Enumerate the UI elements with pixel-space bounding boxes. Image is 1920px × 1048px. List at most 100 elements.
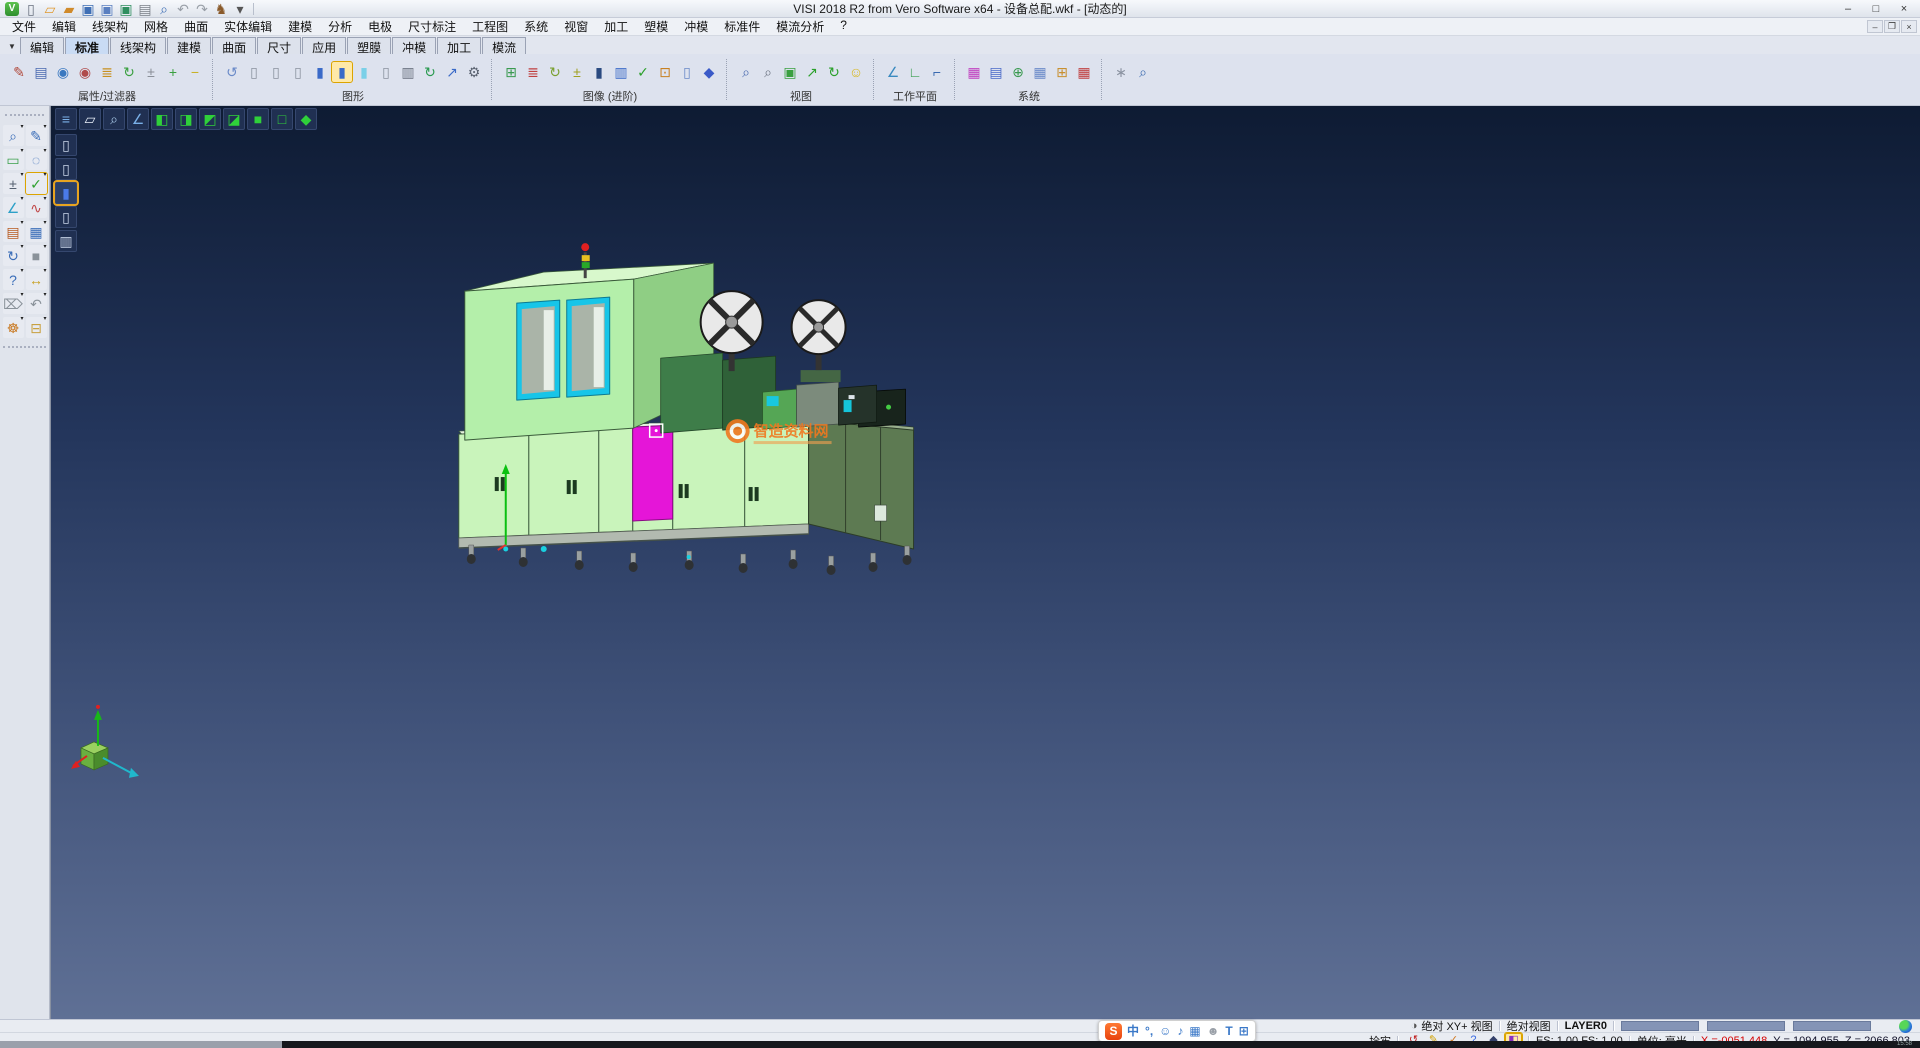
display-transparent-icon[interactable]: ▥ [55,230,77,252]
advanced-lights-icon[interactable]: ≣ [523,62,543,82]
save-all-icon[interactable]: ▣ [117,1,135,17]
window-colors-icon[interactable]: ▤ [986,62,1006,82]
rotate-view-icon[interactable]: ↻ [824,62,844,82]
mdi-minimize-button[interactable]: – [1867,20,1883,33]
grid-select-icon[interactable]: ⊞ [1052,62,1072,82]
ime-toolbox-icon[interactable]: ⊞ [1239,1025,1249,1037]
graphics-wire-icon[interactable]: ▯ [244,62,264,82]
view-back-icon[interactable]: □ [271,108,293,130]
menu-模流分析[interactable]: 模流分析 [768,17,832,36]
print-icon[interactable]: ▤ [136,1,154,17]
macro-icon[interactable]: ♞ [212,1,230,17]
view-bottom-icon[interactable]: ◨ [175,108,197,130]
workplane-move-icon[interactable]: ∟ [905,62,925,82]
show-toggle-icon[interactable]: ± [141,62,161,82]
undo-icon[interactable]: ↶ [174,1,192,17]
advanced-path-icon[interactable]: ⊞ [501,62,521,82]
ime-chinese-mode-icon[interactable]: 中 [1127,1025,1139,1037]
system-table-icon[interactable]: ▦ [1030,62,1050,82]
graphics-settings-icon[interactable]: ⚙ [464,62,484,82]
view-menu-icon[interactable]: ≡ [55,108,77,130]
menu-实体编辑[interactable]: 实体编辑 [216,17,280,36]
tab-塑膜[interactable]: 塑膜 [347,37,391,54]
grid-view-icon[interactable]: ▦ [26,221,47,242]
advanced-solid-icon[interactable]: ▮ [589,62,609,82]
tab-应用[interactable]: 应用 [302,37,346,54]
preview-icon[interactable]: ⌕ [155,1,173,17]
pick-zoom-icon[interactable]: ⌕ [3,125,24,146]
zoom-range-icon[interactable]: ± [3,173,24,194]
view-zoom-icon[interactable]: ⌕ [103,108,125,130]
advanced-striped-icon[interactable]: ▥ [611,62,631,82]
menu-文件[interactable]: 文件 [4,17,44,36]
menu-?[interactable]: ? [832,17,855,36]
attributes-brush-icon[interactable]: ✎ [9,62,29,82]
ime-punctuation-icon[interactable]: °, [1145,1025,1153,1037]
attributes-tool-icon[interactable]: ▤ [3,221,24,242]
zoom-window-icon[interactable]: ⌕ [736,62,756,82]
hide-minus-icon[interactable]: − [185,62,205,82]
graphics-shaded-icon[interactable]: ▮ [310,62,330,82]
graphics-ghost-icon[interactable]: ▮ [354,62,374,82]
confirm-icon[interactable]: ✓ [26,173,47,194]
mdi-close-button[interactable]: × [1901,20,1917,33]
filter-lights-icon[interactable]: ≣ [97,62,117,82]
menu-编辑[interactable]: 编辑 [44,17,84,36]
select-rect-icon[interactable]: ▭ [3,149,24,170]
graphics-update-icon[interactable]: ↻ [420,62,440,82]
tab-模流[interactable]: 模流 [482,37,526,54]
navigate-wheel-icon[interactable]: ☸ [3,317,24,338]
display-wireframe-icon[interactable]: ▯ [55,134,77,156]
save-as-icon[interactable]: ▣ [98,1,116,17]
display-shaded-icon[interactable]: ▮ [55,182,77,204]
circle-sketch-icon[interactable]: ◌ [26,149,47,170]
close-button[interactable]: × [1890,1,1918,16]
color-table-icon[interactable]: ▦ [964,62,984,82]
view-top-icon[interactable]: ◧ [151,108,173,130]
machine-model[interactable] [459,243,914,575]
ime-emoji-icon[interactable]: ☺ [1159,1025,1171,1037]
advanced-cube-icon[interactable]: ◆ [699,62,719,82]
menu-系统[interactable]: 系统 [516,17,556,36]
display-hidden-icon[interactable]: ▯ [55,158,77,180]
view-front-icon[interactable]: ■ [247,108,269,130]
menu-视窗[interactable]: 视窗 [556,17,596,36]
spline-icon[interactable]: ∿ [26,197,47,218]
open-recent-icon[interactable]: ▰ [60,1,78,17]
menu-线架构[interactable]: 线架构 [84,17,136,36]
delete-trash-icon[interactable]: ⌦ [3,293,24,314]
graphics-refresh-icon[interactable]: ↺ [222,62,242,82]
menu-标准件[interactable]: 标准件 [716,17,768,36]
attributes-copy-icon[interactable]: ▤ [31,62,51,82]
menu-尺寸标注[interactable]: 尺寸标注 [400,17,464,36]
help-tool-icon[interactable]: ? [3,269,24,290]
measure-icon[interactable]: ↔ [26,269,47,290]
workplane-view-field[interactable]: 绝对 XY+ 视图 [1421,1018,1492,1034]
regen-icon[interactable]: ↻ [3,245,24,266]
minimize-button[interactable]: – [1834,1,1862,16]
select-zoom-icon[interactable]: ⌕ [1133,62,1153,82]
erase-sketch-icon[interactable]: ✎ [26,125,47,146]
menu-电极[interactable]: 电极 [360,17,400,36]
web-settings-icon[interactable]: ⊕ [1008,62,1028,82]
view-plane-icon[interactable]: ▱ [79,108,101,130]
tab-标准[interactable]: 标准 [65,37,109,54]
view-axes-icon[interactable]: ∠ [127,108,149,130]
ime-skin-icon[interactable]: T [1225,1025,1232,1037]
shade-view-icon[interactable]: ☺ [846,62,866,82]
redo-icon[interactable]: ↷ [193,1,211,17]
mdi-restore-button[interactable]: ❐ [1884,20,1900,33]
tab-编辑[interactable]: 编辑 [20,37,64,54]
tab-dropdown-button[interactable]: ▼ [4,38,20,54]
advanced-refresh-icon[interactable]: ↻ [545,62,565,82]
zoom-actual-icon[interactable]: ▣ [780,62,800,82]
show-refresh-icon[interactable]: ↻ [119,62,139,82]
workplane-xyz-icon[interactable]: ∠ [883,62,903,82]
taskbar-strip[interactable]: 15:58 [0,1041,1920,1048]
open-file-icon[interactable]: ▱ [41,1,59,17]
menu-加工[interactable]: 加工 [596,17,636,36]
maximize-button[interactable]: □ [1862,1,1890,16]
menu-网格[interactable]: 网格 [136,17,176,36]
graphics-outline-icon[interactable]: ▯ [376,62,396,82]
tab-线架构[interactable]: 线架构 [110,37,166,54]
